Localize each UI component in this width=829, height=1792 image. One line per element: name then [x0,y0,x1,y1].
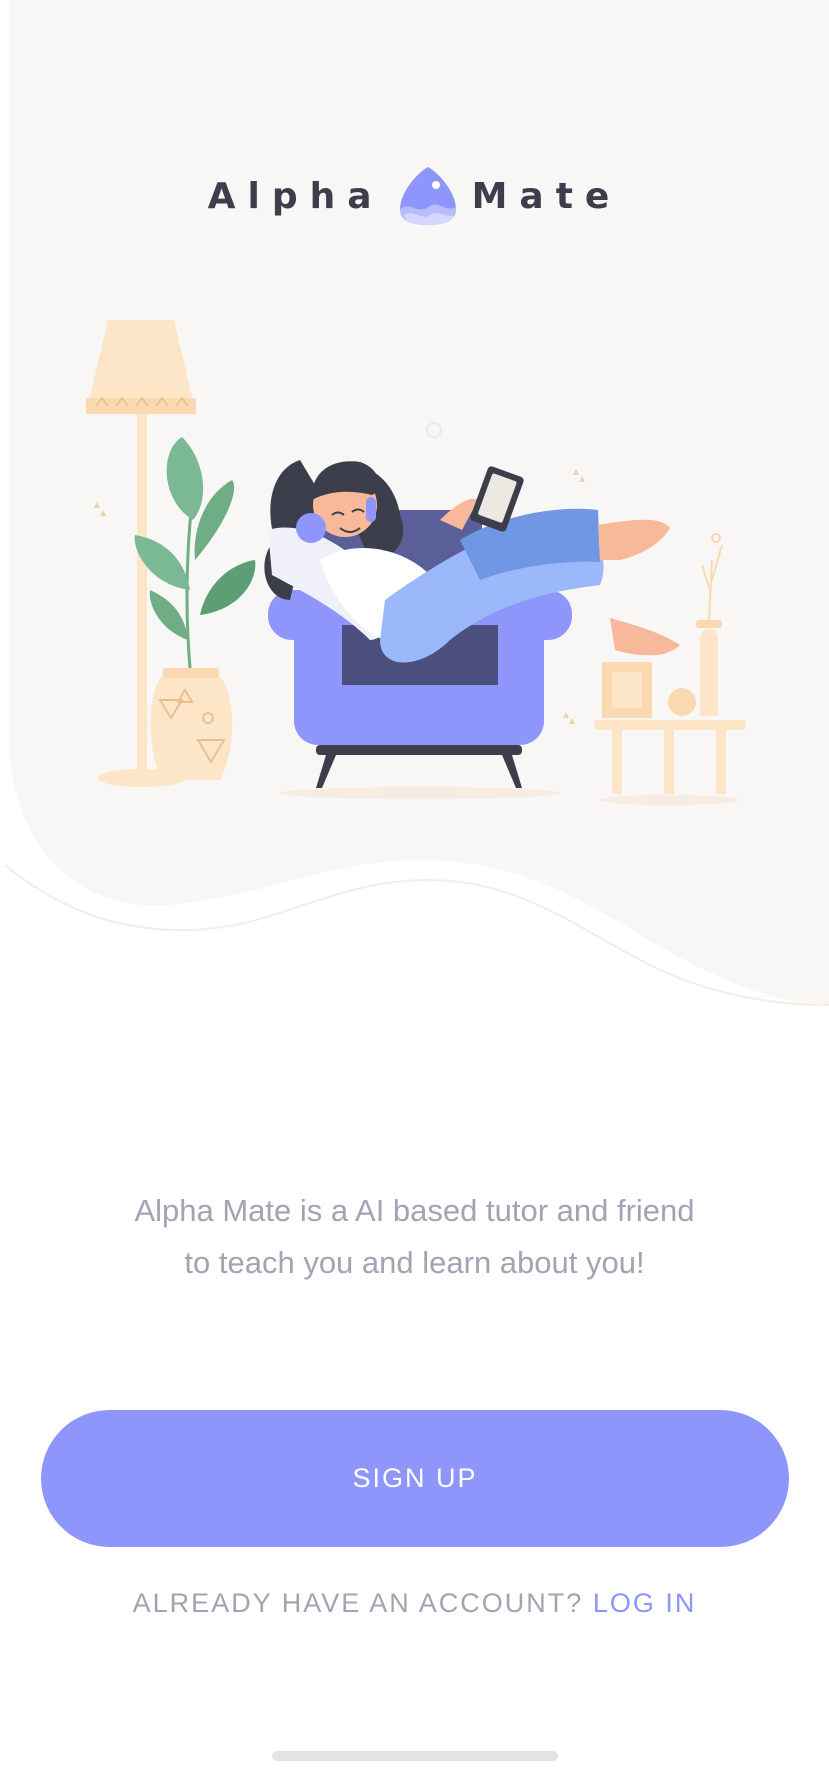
tagline: Alpha Mate is a AI based tutor and frien… [0,1185,829,1289]
tagline-line-1: Alpha Mate is a AI based tutor and frien… [134,1193,695,1228]
hero-illustration [4,0,829,1006]
login-prompt-text: ALREADY HAVE AN ACCOUNT? [132,1588,584,1618]
purple-droplet-logo-icon [399,167,456,225]
logo-word-right: Mate [471,175,622,217]
app-logo: Alpha Mate [0,165,829,227]
login-prompt: ALREADY HAVE AN ACCOUNT? LOG IN [0,1588,829,1619]
home-indicator[interactable] [272,1751,558,1761]
logo-word-left: Alpha [207,175,384,217]
sign-up-button[interactable]: SIGN UP [41,1410,789,1547]
tagline-line-2: to teach you and learn about you! [184,1245,645,1280]
log-in-link[interactable]: LOG IN [593,1588,697,1618]
